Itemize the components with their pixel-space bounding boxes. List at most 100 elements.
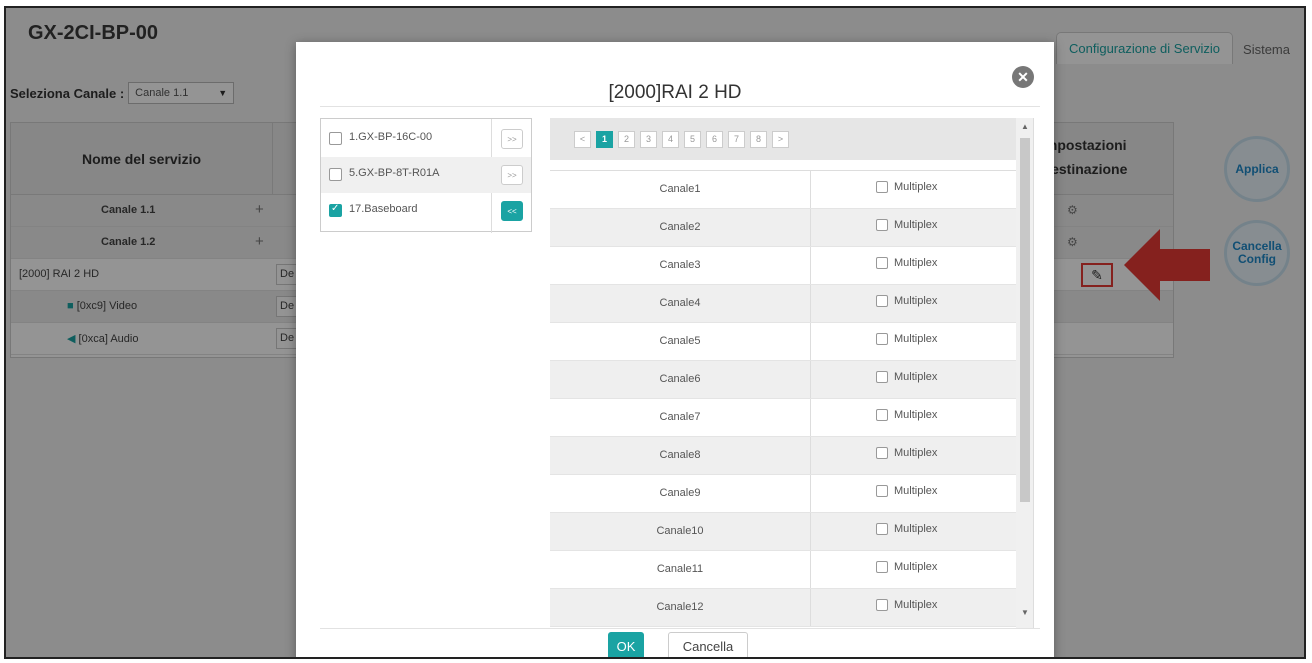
multiplex-option[interactable]: Multiplex — [876, 599, 937, 611]
scroll-up-icon[interactable]: ▲ — [1021, 122, 1029, 131]
multiplex-checkbox[interactable] — [876, 561, 888, 573]
divider — [810, 513, 811, 550]
page-next-button[interactable]: > — [772, 130, 789, 148]
multiplex-option[interactable]: Multiplex — [876, 561, 937, 573]
service-dialog: [2000]RAI 2 HD ✕ 1.GX-BP-16C-00 >> 5.GX-… — [296, 42, 1054, 657]
channel-name: Canale12 — [656, 601, 704, 613]
multiplex-option[interactable]: Multiplex — [876, 219, 937, 231]
device-label: 1.GX-BP-16C-00 — [349, 131, 433, 143]
move-right-button[interactable]: >> — [501, 129, 523, 149]
multiplex-label: Multiplex — [894, 295, 938, 307]
channel-name: Canale6 — [659, 373, 701, 385]
multiplex-label: Multiplex — [894, 219, 938, 231]
scrollbar[interactable]: ▲ ▼ — [1016, 118, 1033, 628]
move-right-button[interactable]: >> — [501, 165, 523, 185]
app-window: GX-2CI-BP-00 Stato CI Configurazione di … — [4, 6, 1306, 659]
device-list: 1.GX-BP-16C-00 >> 5.GX-BP-8T-R01A >> 17.… — [320, 118, 532, 233]
scroll-down-icon[interactable]: ▼ — [1021, 608, 1029, 617]
table-row: Canale1 Multiplex — [550, 171, 1016, 209]
multiplex-label: Multiplex — [894, 599, 938, 611]
table-row: Canale8 Multiplex — [550, 437, 1016, 475]
multiplex-checkbox[interactable] — [876, 371, 888, 383]
ok-button[interactable]: OK — [608, 632, 644, 657]
divider — [810, 399, 811, 436]
channel-name: Canale2 — [659, 221, 701, 233]
table-row: Canale4 Multiplex — [550, 285, 1016, 323]
table-row: Canale6 Multiplex — [550, 361, 1016, 399]
channel-name: Canale11 — [656, 563, 704, 575]
page-prev-button[interactable]: < — [574, 130, 591, 148]
table-row: Canale9 Multiplex — [550, 475, 1016, 513]
divider — [810, 323, 811, 360]
channel-name: Canale8 — [659, 449, 701, 461]
table-row: Canale7 Multiplex — [550, 399, 1016, 437]
multiplex-label: Multiplex — [894, 523, 938, 535]
dialog-title: [2000]RAI 2 HD — [608, 82, 742, 103]
divider — [320, 106, 1040, 107]
page-button[interactable]: 8 — [750, 130, 767, 148]
page-button[interactable]: 7 — [728, 130, 745, 148]
multiplex-checkbox[interactable] — [876, 295, 888, 307]
multiplex-option[interactable]: Multiplex — [876, 333, 937, 345]
page-button[interactable]: 2 — [618, 130, 635, 148]
multiplex-option[interactable]: Multiplex — [876, 485, 937, 497]
channel-name: Canale10 — [656, 525, 704, 537]
multiplex-checkbox[interactable] — [876, 447, 888, 459]
channel-name: Canale4 — [659, 297, 701, 309]
multiplex-checkbox[interactable] — [876, 257, 888, 269]
channel-panel: < 1 2 3 4 5 6 7 8 > Canale1 Multiplex Cana… — [550, 118, 1034, 628]
device-checkbox[interactable] — [329, 132, 342, 145]
multiplex-label: Multiplex — [894, 561, 938, 573]
cancel-button[interactable]: Cancella — [668, 632, 748, 657]
multiplex-label: Multiplex — [894, 257, 938, 269]
table-row: Canale3 Multiplex — [550, 247, 1016, 285]
divider — [810, 475, 811, 512]
multiplex-option[interactable]: Multiplex — [876, 371, 937, 383]
scroll-thumb[interactable] — [1020, 138, 1030, 502]
move-left-button[interactable]: << — [501, 201, 523, 221]
channel-table: Canale1 Multiplex Canale2 Multiplex Canale3 M… — [550, 170, 1016, 627]
multiplex-option[interactable]: Multiplex — [876, 257, 937, 269]
page-button[interactable]: 4 — [662, 130, 679, 148]
list-item: 17.Baseboard << — [321, 193, 531, 229]
list-item: 5.GX-BP-8T-R01A >> — [321, 157, 531, 193]
table-row: Canale10 Multiplex — [550, 513, 1016, 551]
multiplex-option[interactable]: Multiplex — [876, 409, 937, 421]
multiplex-checkbox[interactable] — [876, 181, 888, 193]
multiplex-checkbox[interactable] — [876, 485, 888, 497]
device-label: 5.GX-BP-8T-R01A — [349, 167, 440, 179]
divider — [810, 171, 811, 208]
page-button[interactable]: 1 — [596, 130, 613, 148]
page-button[interactable]: 3 — [640, 130, 657, 148]
multiplex-option[interactable]: Multiplex — [876, 295, 937, 307]
divider — [810, 247, 811, 284]
device-checkbox-checked[interactable] — [329, 203, 342, 217]
multiplex-label: Multiplex — [894, 371, 938, 383]
page-button[interactable]: 6 — [706, 130, 723, 148]
multiplex-label: Multiplex — [894, 485, 938, 497]
table-row: Canale12 Multiplex — [550, 589, 1016, 627]
divider — [810, 437, 811, 474]
channel-name: Canale9 — [659, 487, 701, 499]
multiplex-option[interactable]: Multiplex — [876, 447, 937, 459]
divider — [810, 209, 811, 246]
device-checkbox[interactable] — [329, 168, 342, 181]
divider — [810, 361, 811, 398]
multiplex-option[interactable]: Multiplex — [876, 181, 937, 193]
multiplex-checkbox[interactable] — [876, 599, 888, 611]
multiplex-checkbox[interactable] — [876, 409, 888, 421]
device-label: 17.Baseboard — [349, 203, 418, 215]
multiplex-option[interactable]: Multiplex — [876, 523, 937, 535]
list-item: 1.GX-BP-16C-00 >> — [321, 121, 531, 157]
multiplex-label: Multiplex — [894, 333, 938, 345]
close-button[interactable]: ✕ — [1012, 66, 1034, 88]
divider — [320, 628, 1040, 629]
multiplex-checkbox[interactable] — [876, 219, 888, 231]
multiplex-checkbox[interactable] — [876, 523, 888, 535]
close-icon: ✕ — [1017, 68, 1029, 85]
page-button[interactable]: 5 — [684, 130, 701, 148]
multiplex-label: Multiplex — [894, 181, 938, 193]
multiplex-checkbox[interactable] — [876, 333, 888, 345]
channel-name: Canale1 — [659, 183, 701, 195]
table-row: Canale2 Multiplex — [550, 209, 1016, 247]
